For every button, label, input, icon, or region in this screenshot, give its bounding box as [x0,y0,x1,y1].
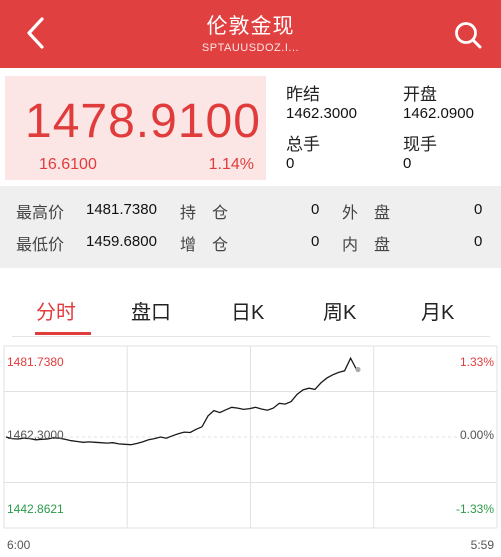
tab-intraday[interactable]: 分时 [36,296,76,325]
current-volume-value: 0 [403,155,412,172]
y-axis-mid-label: 1462.3000 [7,428,64,442]
prev-close-value: 1462.3000 [286,105,357,122]
high-value: 1481.7380 [86,201,157,218]
x-end-label: 5:59 [471,538,495,552]
high-label: 最高价 [16,205,65,222]
low-label: 最低价 [16,237,65,254]
low-value: 1459.6800 [86,233,157,250]
prev-close-label: 昨结 [286,85,320,104]
chart-tabs: 分时 盘口 日K 周K 月K [12,286,490,337]
chart-grid [3,345,498,529]
outer-value: 0 [474,201,483,218]
add-value: 0 [311,233,320,250]
quote-panel: 1478.9100 16.6100 1.14% 昨结 1462.3000 开盘 … [0,68,501,186]
inner-label: 内 盘 [342,237,391,254]
hold-value: 0 [311,201,320,218]
pct-mid-label: 0.00% [460,428,494,442]
outer-label: 外 盘 [342,205,391,222]
current-volume-label: 现手 [403,135,437,154]
intraday-chart[interactable]: 1481.7380 1462.3000 1442.8621 1.33% 0.00… [0,342,501,557]
y-axis-bottom-label: 1442.8621 [7,502,64,516]
inner-value: 0 [474,233,483,250]
stats-panel: 最高价 1481.7380 持 仓 0 外 盘 0 最低价 1459.6800 … [0,186,501,268]
total-volume-value: 0 [286,155,295,172]
price-box: 1478.9100 16.6100 1.14% [5,76,266,180]
pct-bottom-label: -1.33% [456,502,494,516]
open-value: 1462.0900 [403,105,474,122]
tab-daily-k[interactable]: 日K [231,296,264,325]
total-volume-label: 总手 [286,135,320,154]
top-bar: 伦敦金现 SPTAUUSDOZ.I... [0,0,501,68]
hold-label: 持 仓 [180,205,229,222]
tab-weekly-k[interactable]: 周K [323,296,356,325]
tab-monthly-k[interactable]: 月K [421,296,454,325]
last-price: 1478.9100 [25,95,261,148]
active-tab-indicator [35,332,91,335]
search-icon[interactable] [452,19,484,51]
price-change: 16.6100 [39,156,97,173]
add-label: 增 仓 [180,237,229,254]
y-axis-top-label: 1481.7380 [7,355,64,369]
x-start-label: 6:00 [7,538,31,552]
symbol-code: SPTAUUSDOZ.I... [201,42,300,54]
tab-order-book[interactable]: 盘口 [131,296,171,325]
open-label: 开盘 [403,85,437,104]
last-price-dot [355,366,361,373]
page-title: 伦敦金现 [206,15,295,38]
pct-top-label: 1.33% [460,355,494,369]
price-change-pct: 1.14% [208,156,254,173]
